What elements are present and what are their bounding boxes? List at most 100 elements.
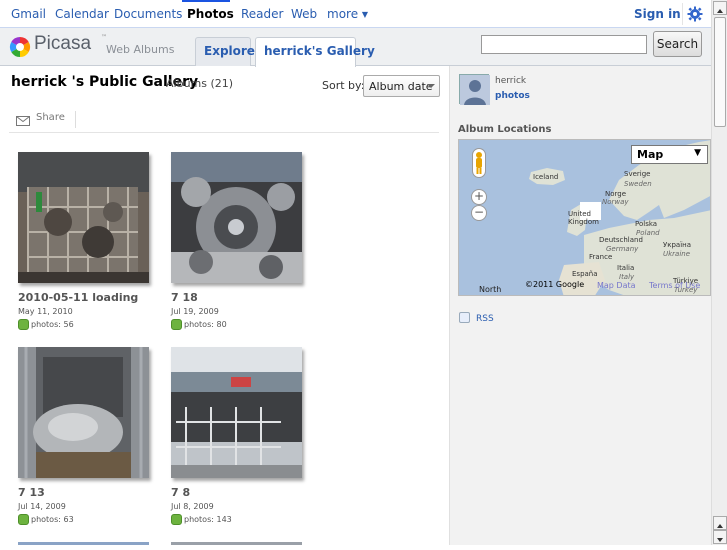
album-photo-count-label: photos: 56 [31, 320, 74, 329]
search-button[interactable]: Search [653, 31, 702, 57]
scrollbar-thumb[interactable] [714, 17, 726, 127]
map-label: Deutschland [599, 236, 643, 244]
map-label: Norge [605, 190, 627, 198]
photos-icon [18, 319, 29, 330]
gbar-link-photos[interactable]: Photos [182, 0, 234, 21]
sort-label: Sort by: [322, 79, 365, 92]
gbar-more-menu[interactable]: more ▼ [327, 7, 368, 21]
street-view-pegman[interactable] [472, 148, 486, 178]
logo-subtitle: Web Albums [106, 43, 175, 56]
gear-icon [687, 6, 703, 22]
map-type-dropdown[interactable]: Map ▼ [631, 145, 708, 164]
gbar-link-reader[interactable]: Reader [241, 7, 283, 21]
album-photo-count: photos: 80 [171, 319, 227, 330]
map-type-label: Map [637, 148, 664, 161]
sign-in-link[interactable]: Sign in [634, 7, 681, 21]
album-title[interactable]: 7 8 [171, 486, 190, 499]
chevron-down-icon [427, 84, 435, 88]
gbar-link-web[interactable]: Web [291, 7, 317, 21]
albums-count: Albums (21) [166, 77, 234, 90]
search-input[interactable] [481, 35, 647, 54]
map-data-link[interactable]: Map Data [597, 281, 636, 290]
tab-explore[interactable]: Explore [195, 37, 255, 66]
album-date: Jul 8, 2009 [171, 502, 214, 511]
map-label: Polska [635, 220, 658, 228]
album-photo-count-label: photos: 143 [184, 515, 232, 524]
map-label: Україна [663, 241, 692, 249]
album-title[interactable]: 7 13 [18, 486, 45, 499]
photos-icon [171, 319, 182, 330]
sort-select[interactable]: Album date [363, 75, 440, 97]
user-silhouette-icon [460, 75, 490, 105]
album-photo-count-label: photos: 80 [184, 320, 227, 329]
album-photo-count-label: photos: 63 [31, 515, 74, 524]
logo-wordmark: Picasa [34, 33, 92, 54]
sidebar [449, 66, 711, 545]
album-date: Jul 14, 2009 [18, 502, 66, 511]
gbar-link-calendar[interactable]: Calendar [55, 7, 109, 21]
zoom-out-button[interactable]: − [471, 205, 487, 221]
album-date: May 11, 2010 [18, 307, 73, 316]
album-thumbnail[interactable] [171, 347, 302, 478]
map-label: Italy [619, 273, 635, 281]
chevron-down-icon: ▼ [694, 148, 701, 158]
map-label: Italia [617, 264, 635, 272]
pegman-icon [476, 152, 482, 174]
rss-link[interactable]: RSS [459, 312, 494, 324]
toolbar-divider [75, 111, 76, 128]
album-date: Jul 19, 2009 [171, 307, 219, 316]
album-photo-count: photos: 63 [18, 514, 74, 525]
user-name: herrick [495, 76, 527, 86]
album-photo-count: photos: 56 [18, 319, 74, 330]
share-button[interactable]: Share [36, 112, 65, 123]
album-photo-count: photos: 143 [171, 514, 232, 525]
user-photos-link[interactable]: photos [495, 91, 530, 101]
album-thumbnail[interactable] [18, 152, 149, 283]
scroll-up-button[interactable] [713, 516, 727, 530]
sort-select-value: Album date [369, 80, 433, 93]
album-title[interactable]: 7 18 [171, 291, 198, 304]
rss-label: RSS [476, 314, 494, 324]
album-photo-engine-parts [171, 152, 302, 283]
map-label: United Kingdom [568, 210, 599, 226]
map-label: Ukraine [663, 250, 691, 258]
zoom-in-button[interactable]: + [471, 189, 487, 205]
map-label: Sverige [624, 170, 651, 178]
album-photo-container-load [18, 347, 149, 478]
terms-of-use-link[interactable]: Terms of Use [649, 281, 700, 290]
share-toolbar: Share [9, 108, 439, 133]
album-photo-scrap-cage [18, 152, 149, 283]
tab-gallery[interactable]: herrick's Gallery [255, 37, 375, 67]
album-title[interactable]: 2010-05-11 loading [18, 291, 138, 304]
chevron-down-icon: ▼ [361, 10, 369, 19]
rss-icon [459, 312, 470, 323]
arrow-up-icon [717, 9, 723, 13]
album-thumbnail[interactable] [18, 347, 149, 478]
picasa-pinwheel-icon [9, 36, 31, 58]
avatar[interactable] [459, 74, 490, 105]
map-label: North [479, 285, 502, 294]
vertical-scrollbar[interactable] [711, 0, 727, 545]
map-label: France [589, 253, 613, 261]
album-photo-scrap-yard [171, 347, 302, 478]
gbar-link-gmail[interactable]: Gmail [11, 7, 46, 21]
gbar-more-label: more [327, 7, 359, 21]
photos-icon [18, 514, 29, 525]
map-label: España [572, 270, 598, 278]
album-locations-heading: Album Locations [458, 124, 552, 135]
map-copyright: ©2011 Google [525, 280, 585, 289]
gbar-link-documents[interactable]: Documents [114, 7, 182, 21]
album-thumbnail[interactable] [171, 152, 302, 283]
map-label: Norway [602, 198, 629, 206]
arrow-down-icon [717, 538, 723, 542]
map-label: Germany [606, 245, 639, 253]
envelope-icon [16, 116, 30, 126]
google-bar: Gmail Calendar Documents Photos Reader W… [0, 0, 711, 28]
album-locations-map[interactable]: + − Map ▼ Iceland Sverige Sweden Norge N… [458, 139, 711, 296]
scroll-up-button[interactable] [713, 1, 727, 15]
map-label: Iceland [533, 173, 559, 181]
map-label: Sweden [624, 180, 652, 188]
photos-icon [171, 514, 182, 525]
scroll-down-button[interactable] [713, 530, 727, 544]
settings-button[interactable] [682, 3, 706, 25]
